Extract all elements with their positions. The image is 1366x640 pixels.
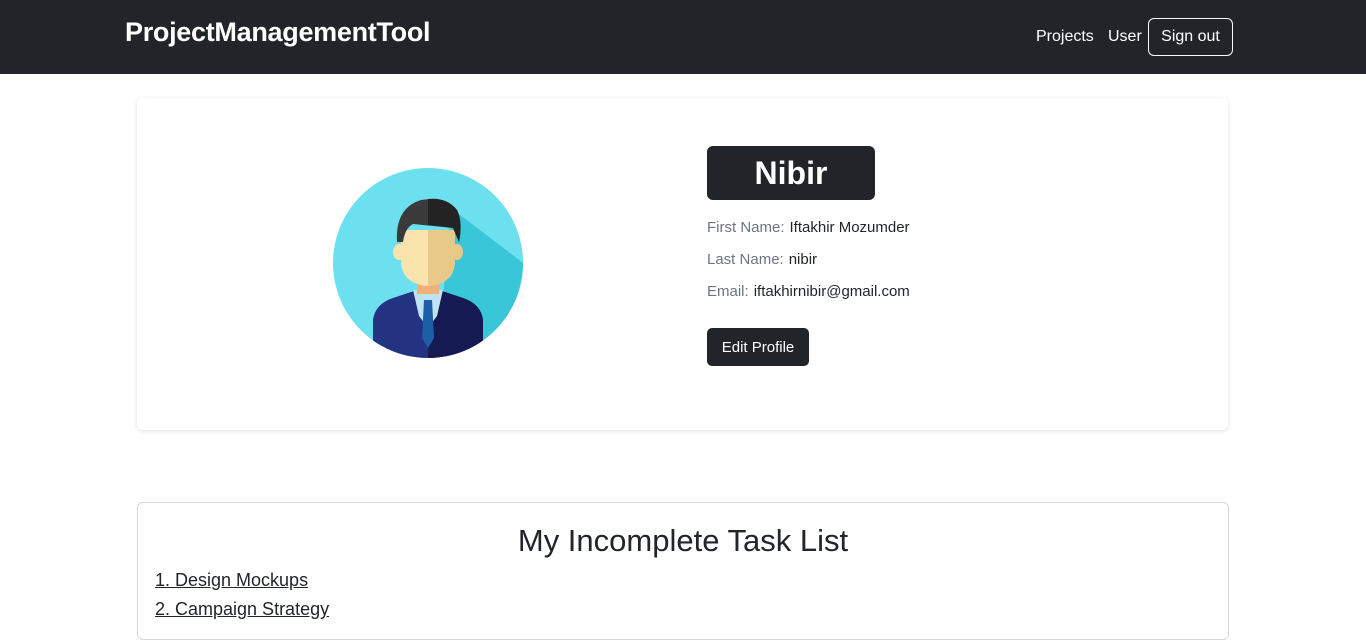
- last-name-row: Last Name: nibir: [707, 251, 817, 268]
- task-link-campaign-strategy[interactable]: 2. Campaign Strategy: [155, 599, 329, 620]
- brand-link[interactable]: ProjectManagementTool: [125, 17, 431, 48]
- nav-link-projects[interactable]: Projects: [1036, 28, 1094, 46]
- nav-link-user[interactable]: User: [1108, 28, 1142, 46]
- email-label: Email:: [707, 283, 749, 300]
- man-avatar-icon: [333, 168, 523, 358]
- last-name-value: nibir: [788, 251, 818, 268]
- first-name-row: First Name: Iftakhir Mozumder: [707, 219, 910, 236]
- email-row: Email: iftakhirnibir@gmail.com: [707, 283, 910, 300]
- incomplete-task-card: My Incomplete Task List 1. Design Mockup…: [137, 502, 1229, 640]
- top-navbar: ProjectManagementTool Projects User Sign…: [0, 0, 1366, 74]
- sign-out-button[interactable]: Sign out: [1148, 18, 1233, 56]
- last-name-label: Last Name:: [707, 251, 784, 268]
- first-name-value: Iftakhir Mozumder: [789, 219, 910, 236]
- first-name-label: First Name:: [707, 219, 785, 236]
- profile-card: Nibir First Name: Iftakhir Mozumder Last …: [137, 98, 1228, 430]
- task-list-title: My Incomplete Task List: [517, 523, 849, 558]
- task-link-design-mockups[interactable]: 1. Design Mockups: [155, 570, 308, 591]
- username-badge: Nibir: [707, 146, 875, 200]
- email-value: iftakhirnibir@gmail.com: [753, 283, 910, 300]
- edit-profile-button[interactable]: Edit Profile: [707, 328, 809, 366]
